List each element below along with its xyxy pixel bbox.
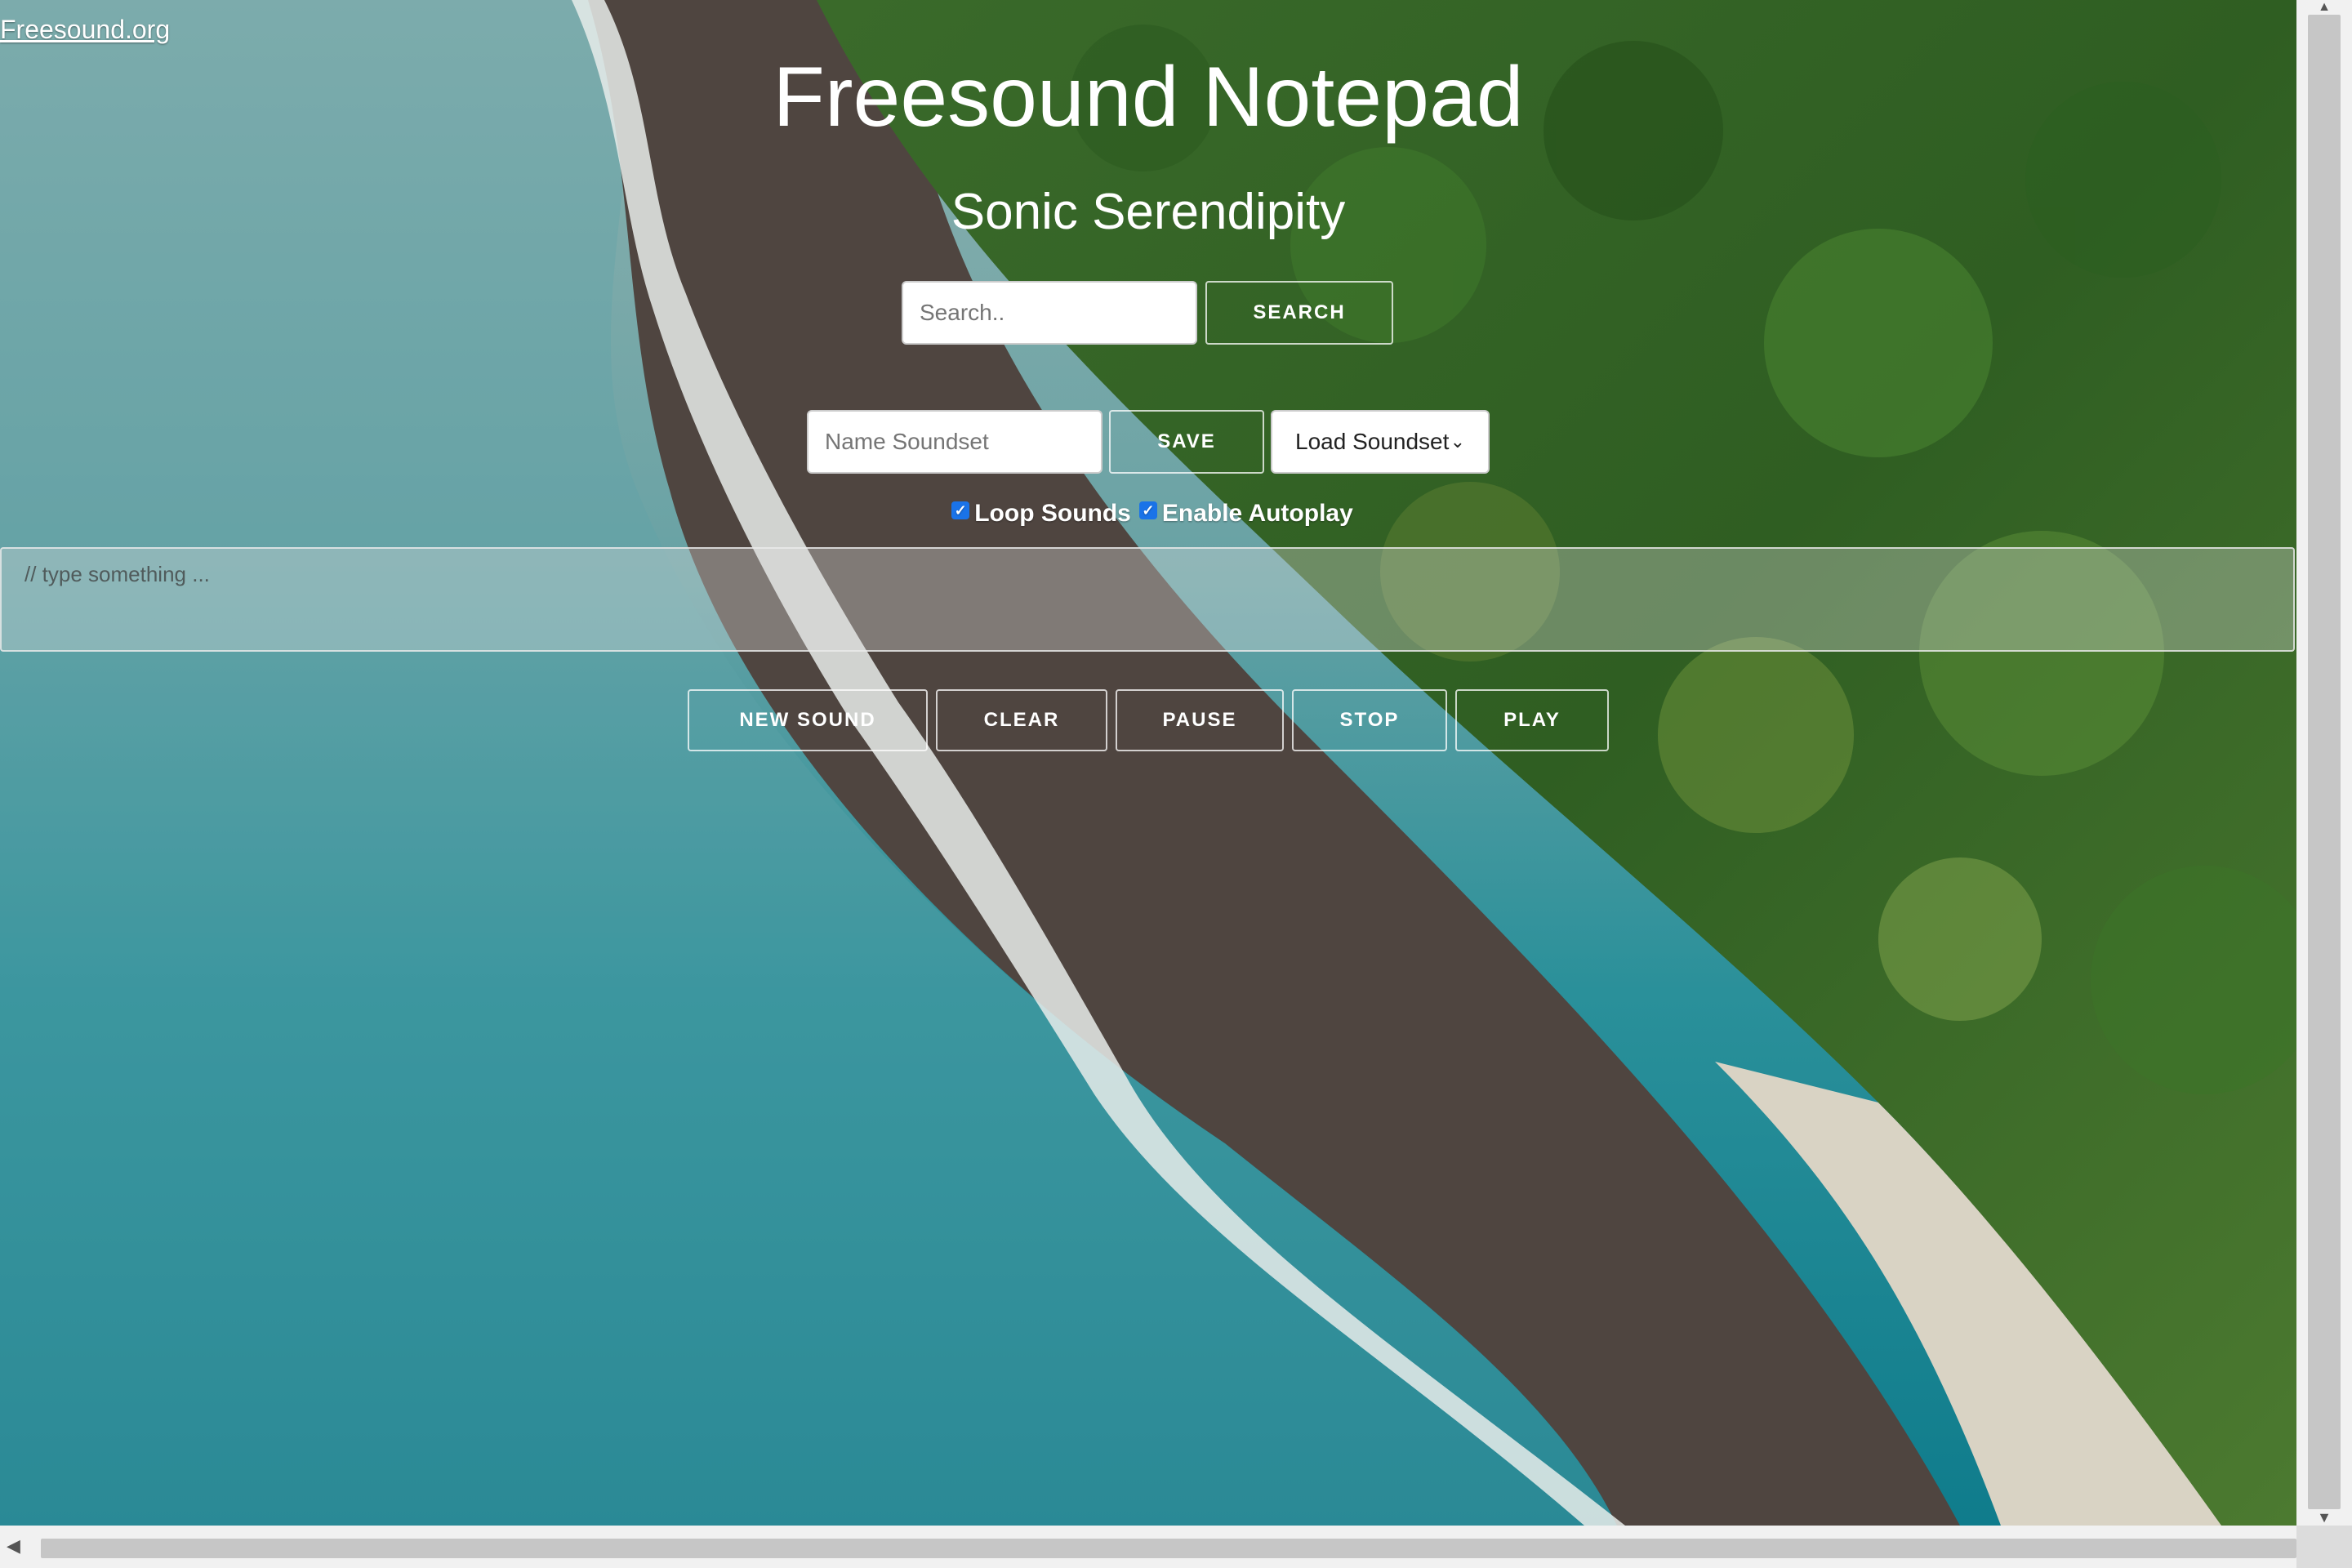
soundset-name-input[interactable] [807,410,1102,474]
search-button[interactable]: SEARCH [1205,281,1393,345]
vertical-scroll-thumb[interactable] [2308,15,2341,1509]
chevron-down-icon: ⌄ [1450,431,1465,452]
clear-button[interactable]: CLEAR [936,689,1107,751]
loop-sounds-label: Loop Sounds [974,500,1131,527]
page-title: Freesound Notepad [773,50,1524,145]
notepad-textarea[interactable]: // type something ... [0,547,2295,652]
save-button[interactable]: SAVE [1109,410,1264,474]
search-input[interactable] [902,281,1197,345]
load-soundset-value: Load Soundset [1295,429,1450,454]
check-icon: ✓ [1142,501,1155,519]
freesound-link[interactable]: Freesound.org [0,15,170,45]
pause-button[interactable]: PAUSE [1116,689,1284,751]
loop-sounds-checkbox[interactable]: ✓ [951,501,970,519]
check-icon: ✓ [954,501,967,519]
scroll-down-arrow-icon[interactable]: ▼ [2316,1509,2332,1526]
page-subtitle: Sonic Serendipity [951,184,1346,240]
scroll-up-arrow-icon[interactable]: ▲ [2316,0,2332,14]
scrollbar-corner [2296,1526,2352,1568]
play-button[interactable]: PLAY [1455,689,1609,751]
load-soundset-select[interactable]: Load Soundset ⌄ [1271,410,1490,474]
horizontal-scroll-thumb[interactable] [41,1539,2296,1558]
enable-autoplay-checkbox[interactable]: ✓ [1138,501,1157,519]
options-row: ✓ Loop Sounds ✓ Enable Autoplay [0,500,2296,528]
stop-button[interactable]: STOP [1292,689,1447,751]
new-sound-button[interactable]: NEW SOUND [688,689,928,751]
enable-autoplay-label: Enable Autoplay [1161,500,1353,527]
scroll-left-arrow-icon[interactable]: ◀ [7,1535,20,1557]
notepad-placeholder: // type something ... [24,562,210,586]
